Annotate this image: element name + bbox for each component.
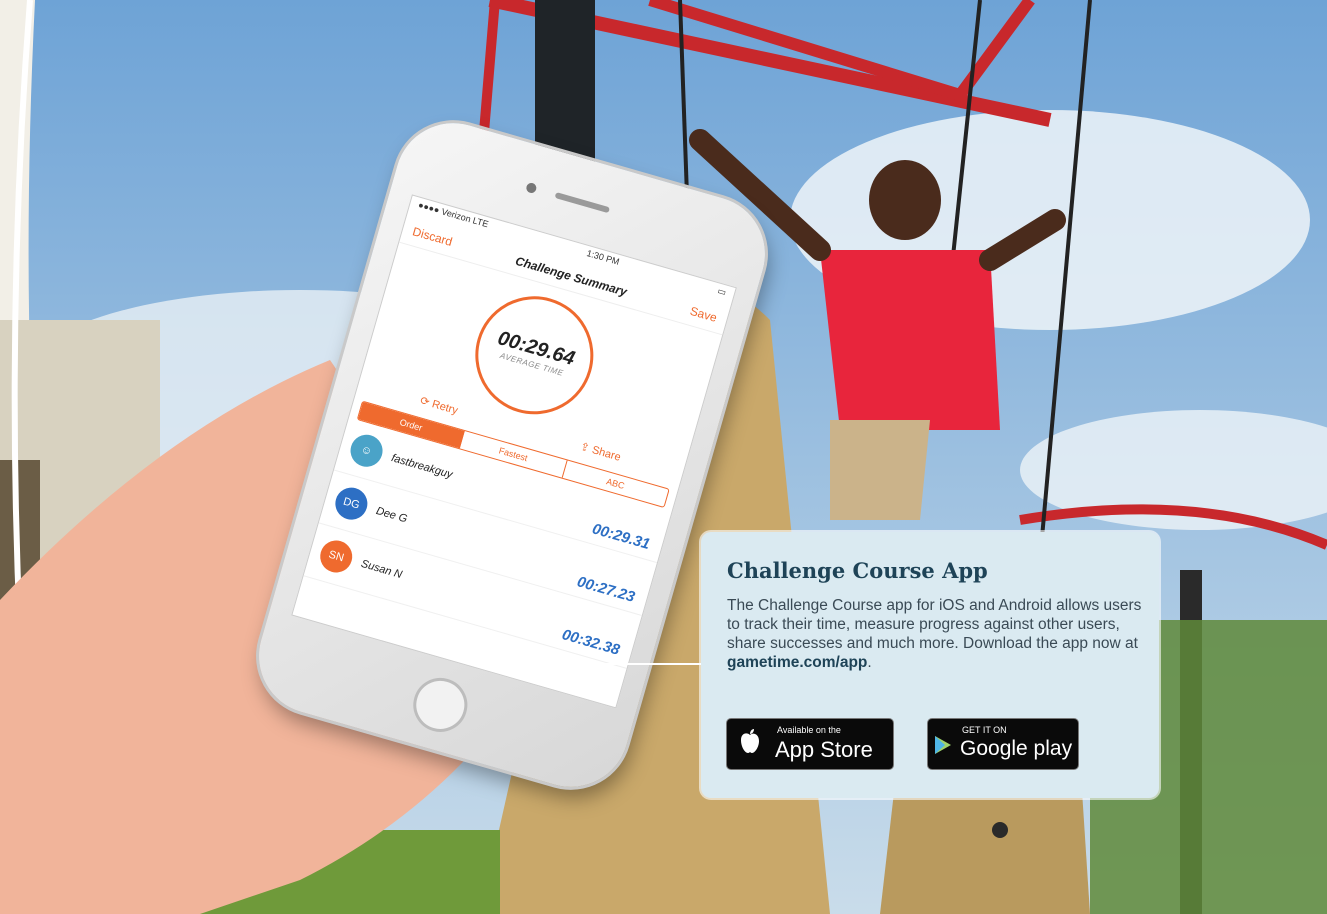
discard-button[interactable]: Discard (411, 224, 454, 249)
share-button[interactable]: ⇪ Share (579, 439, 623, 463)
retry-label: Retry (430, 397, 460, 417)
app-link[interactable]: gametime.com/app (727, 654, 867, 671)
callout-line (500, 663, 701, 665)
avatar-person-icon: ☺ (359, 443, 374, 459)
entry-name: Susan N (359, 557, 404, 582)
entry-time: 00:32.38 (559, 626, 622, 659)
save-button[interactable]: Save (688, 304, 718, 325)
appstore-small-text: Available on the (777, 725, 841, 735)
avatar: DG (331, 483, 372, 524)
retry-button[interactable]: ⟳ Retry (419, 393, 460, 416)
app-store-badge[interactable]: Available on the App Store (726, 718, 894, 770)
info-card: Challenge Course App The Challenge Cours… (701, 532, 1159, 798)
battery-icon: ▭ (716, 285, 728, 298)
callout-dot (495, 658, 508, 671)
gplay-small-text: GET IT ON (962, 725, 1007, 735)
apple-icon (739, 727, 761, 755)
google-play-badge[interactable]: GET IT ON Google play (927, 718, 1079, 770)
card-title: Challenge Course App (727, 558, 988, 583)
avatar: ☺ (346, 430, 387, 471)
entry-name: Dee G (374, 505, 409, 526)
appstore-big-text: App Store (775, 737, 873, 762)
google-play-icon (934, 735, 952, 755)
card-body-text: The Challenge Course app for iOS and And… (727, 597, 1142, 652)
gplay-big-text: Google play (960, 737, 1073, 760)
entry-name: fastbreakguy (389, 452, 454, 482)
avatar: SN (316, 536, 357, 577)
card-body-tail: . (867, 654, 872, 671)
card-body: The Challenge Course app for iOS and And… (727, 596, 1143, 672)
share-label: Share (590, 443, 623, 464)
